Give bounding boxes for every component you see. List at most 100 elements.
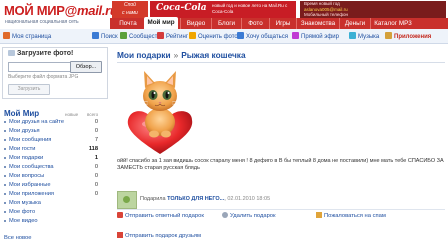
toolbar-rate-photo-label: Оценить фото bbox=[198, 34, 238, 40]
my-world-item-count: 0 bbox=[94, 119, 98, 125]
bullet-icon bbox=[4, 130, 6, 132]
my-world-item[interactable]: Мои вопросы 0 bbox=[4, 172, 104, 180]
my-world-item-count: 0 bbox=[94, 173, 98, 179]
bullet-icon bbox=[4, 211, 6, 213]
toolbar-live-label: Прямой эфир bbox=[301, 34, 339, 40]
tab-dating[interactable]: Знакомства bbox=[296, 18, 339, 29]
toolbar-music-label: Музыка bbox=[358, 34, 380, 40]
my-world-item[interactable]: Мои гости 118 bbox=[4, 145, 104, 153]
gift-sender-name[interactable]: ТОЛЬКО ДЛЯ НЕГО... bbox=[167, 196, 224, 202]
my-world-item[interactable]: Мои сообщения 7 bbox=[4, 136, 104, 144]
my-world-item-label: Мое видео bbox=[9, 218, 38, 224]
music-icon bbox=[349, 32, 356, 39]
tab-mp3[interactable]: Каталог MP3 bbox=[370, 18, 415, 29]
gift-icon bbox=[117, 212, 123, 218]
toolbar-want-chat[interactable]: Хочу общаться bbox=[237, 32, 288, 41]
my-world-item-label: Мои приложения bbox=[9, 191, 54, 197]
bullet-icon bbox=[4, 193, 6, 195]
breadcrumb-current: Рыжая кошечка bbox=[181, 50, 246, 60]
toolbar-my-page[interactable]: Моя страница bbox=[3, 32, 51, 41]
toolbar-rating[interactable]: Рейтинг bbox=[157, 32, 188, 41]
file-path-input[interactable] bbox=[8, 62, 71, 72]
bullet-icon bbox=[4, 175, 6, 177]
bullet-icon bbox=[4, 202, 6, 204]
warning-icon bbox=[316, 212, 322, 218]
sender-avatar[interactable] bbox=[117, 191, 137, 209]
delete-gift-label: Удалить подарок bbox=[230, 213, 276, 219]
bullet-icon bbox=[4, 121, 6, 123]
my-world-item-label: Мои сообщения bbox=[9, 137, 52, 143]
my-world-item[interactable]: Мои друзья 0 bbox=[4, 127, 104, 135]
my-world-item-count: 0 bbox=[94, 191, 98, 197]
photo-upload-panel: Загрузите фото! Обзор... Выберите файл ф… bbox=[2, 47, 108, 99]
rating-icon bbox=[157, 32, 164, 39]
toolbar-my-page-label: Моя страница bbox=[12, 34, 52, 40]
column-header-new: новые bbox=[65, 112, 79, 117]
my-world-item[interactable]: Мои друзья на сайте 0 bbox=[4, 118, 104, 126]
reply-gift-link[interactable]: Отправить ответный подарок bbox=[117, 212, 204, 219]
communities-icon bbox=[120, 32, 127, 39]
toolbar-search[interactable]: Поиск bbox=[92, 32, 118, 41]
my-world-item-label: Мои гости bbox=[9, 146, 36, 152]
gift-message: ойй! спасибо за 1 зая видишь сосок стара… bbox=[117, 158, 444, 171]
delete-gift-link[interactable]: Удалить подарок bbox=[222, 212, 276, 219]
tab-video[interactable]: Видео bbox=[180, 18, 211, 29]
bullet-icon bbox=[4, 139, 6, 141]
upload-button[interactable]: Загрузить bbox=[8, 84, 50, 95]
all-new-link[interactable]: Все новое bbox=[4, 235, 32, 241]
chat-icon bbox=[237, 32, 244, 39]
ad-banner[interactable]: Coca-Cola новый год и новое лето на Mail… bbox=[150, 1, 296, 18]
tab-moy-mir[interactable]: Мой мир bbox=[144, 17, 178, 29]
toolbar-music[interactable]: Музыка bbox=[349, 32, 379, 41]
top-user-info: Время новый год aslanova005@mail.ru Моби… bbox=[300, 1, 446, 18]
gift-image-red-kitten bbox=[127, 71, 193, 154]
my-world-item[interactable]: Мои сообщества 0 bbox=[4, 163, 104, 171]
my-world-item[interactable]: Мое видео bbox=[4, 217, 104, 225]
delete-icon bbox=[222, 212, 228, 218]
tab-photo[interactable]: Фото bbox=[241, 18, 269, 29]
tab-games[interactable]: Игры bbox=[269, 18, 296, 29]
my-world-item[interactable]: Мое фото bbox=[4, 208, 104, 216]
toolbar-apps[interactable]: Приложения bbox=[385, 32, 431, 41]
avatar-icon bbox=[123, 196, 130, 203]
my-world-item-label: Мои вопросы bbox=[9, 173, 45, 179]
browse-button[interactable]: Обзор... bbox=[70, 61, 102, 73]
toolbar-rate-photo[interactable]: Оценить фото bbox=[189, 32, 238, 41]
top-info-line2: Мобильный телефон bbox=[304, 12, 349, 18]
my-world-item[interactable]: Моя музыка bbox=[4, 199, 104, 207]
my-world-item-label: Мои друзья bbox=[9, 128, 40, 134]
tab-blogs[interactable]: Блоги bbox=[211, 18, 241, 29]
rate-photo-icon bbox=[189, 32, 196, 39]
my-world-item-count: 0 bbox=[94, 128, 98, 134]
toolbar-apps-label: Приложения bbox=[394, 34, 432, 40]
toolbar-live[interactable]: Прямой эфир bbox=[292, 32, 339, 41]
upload-title-text: Загрузите фото! bbox=[17, 50, 74, 57]
send-gift-friends-label: Отправить подарок друзьям bbox=[125, 233, 202, 239]
bullet-icon bbox=[4, 220, 6, 222]
moy-mir-logo[interactable]: МОЙ МИР@mail.ru bbox=[4, 3, 118, 19]
secondary-toolbar: Моя страница Поиск Сообщества Рейтинг Оц… bbox=[0, 29, 448, 44]
my-world-item-label: Мое фото bbox=[9, 209, 36, 215]
breadcrumb-separator: » bbox=[173, 50, 179, 60]
tab-money[interactable]: Деньги bbox=[339, 18, 370, 29]
promo-banner[interactable]: Спой с нами КБ bbox=[112, 1, 148, 24]
ad-brand: Coca-Cola bbox=[156, 3, 207, 13]
my-world-item-count: 0 bbox=[94, 164, 98, 170]
my-world-item[interactable]: Мои избранные 0 bbox=[4, 181, 104, 189]
my-world-item-label: Моя музыка bbox=[9, 200, 41, 206]
my-world-item-count: 118 bbox=[88, 146, 98, 152]
home-icon bbox=[3, 32, 10, 39]
tab-mail[interactable]: Почта bbox=[114, 18, 142, 29]
my-world-item[interactable]: Мои подарки 1 bbox=[4, 154, 104, 162]
breadcrumb-my-gifts[interactable]: Мои подарки bbox=[117, 50, 171, 60]
my-world-item-count: 1 bbox=[94, 155, 98, 161]
gift-from: Подарила ТОЛЬКО ДЛЯ НЕГО..., 02.01.2010 … bbox=[140, 196, 271, 202]
apps-icon bbox=[385, 32, 392, 39]
report-spam-link[interactable]: Пожаловаться на спам bbox=[316, 212, 386, 219]
my-world-title[interactable]: Мой Мир bbox=[4, 109, 39, 118]
search-icon bbox=[92, 32, 99, 39]
my-world-item-label: Мои сообщества bbox=[9, 164, 54, 170]
gift-date: 02.01.2010 18:05 bbox=[227, 196, 271, 202]
send-gift-to-friends-link[interactable]: Отправить подарок друзьям bbox=[117, 232, 201, 239]
my-world-item[interactable]: Мои приложения 0 bbox=[4, 190, 104, 198]
